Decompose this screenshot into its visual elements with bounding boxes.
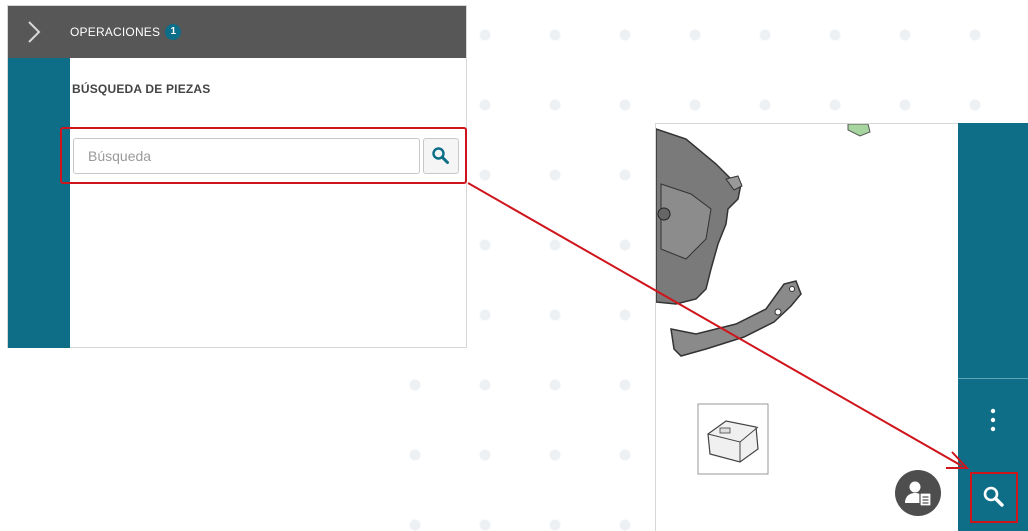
more-vertical-icon bbox=[990, 408, 996, 432]
right-toolbar bbox=[958, 123, 1028, 531]
more-options-button[interactable] bbox=[958, 395, 1028, 445]
toolbar-search-highlight-box bbox=[970, 472, 1018, 523]
user-document-icon bbox=[905, 481, 932, 507]
user-document-button[interactable] bbox=[895, 470, 941, 516]
toolbar-divider bbox=[958, 378, 1028, 379]
expand-button[interactable] bbox=[8, 6, 60, 58]
chevron-right-icon bbox=[28, 21, 41, 43]
search-highlight-box bbox=[60, 127, 467, 184]
side-accent-bar bbox=[8, 58, 70, 348]
operations-label[interactable]: OPERACIONES bbox=[70, 25, 160, 39]
operations-header: OPERACIONES 1 bbox=[8, 6, 466, 58]
section-title: BÚSQUEDA DE PIEZAS bbox=[72, 82, 211, 96]
operations-count-badge: 1 bbox=[165, 24, 182, 40]
